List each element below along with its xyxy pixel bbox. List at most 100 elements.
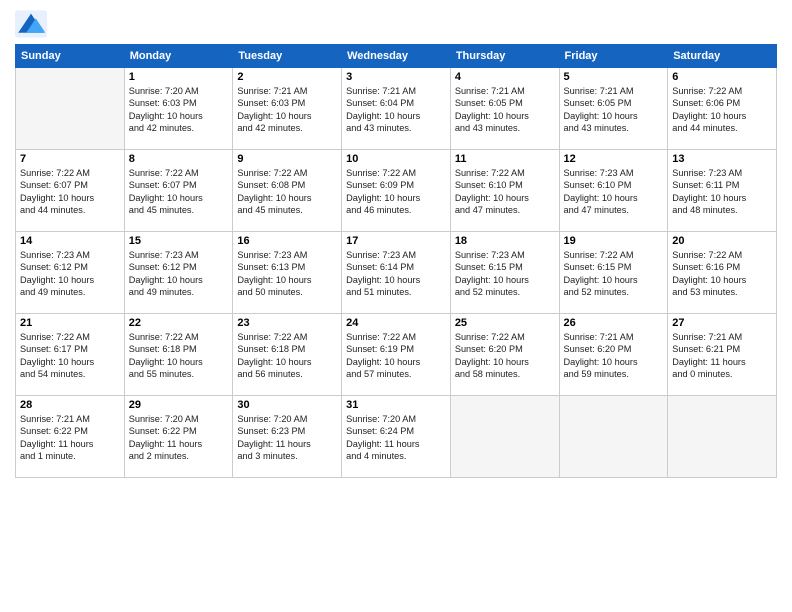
day-cell: 3Sunrise: 7:21 AM Sunset: 6:04 PM Daylig… bbox=[342, 68, 451, 150]
day-number: 27 bbox=[672, 317, 772, 329]
day-info: Sunrise: 7:22 AM Sunset: 6:18 PM Dayligh… bbox=[237, 331, 337, 381]
day-info: Sunrise: 7:22 AM Sunset: 6:07 PM Dayligh… bbox=[20, 167, 120, 217]
day-info: Sunrise: 7:21 AM Sunset: 6:05 PM Dayligh… bbox=[455, 85, 555, 135]
day-number: 18 bbox=[455, 235, 555, 247]
weekday-header-sunday: Sunday bbox=[16, 45, 125, 68]
header bbox=[15, 10, 777, 38]
weekday-header-monday: Monday bbox=[124, 45, 233, 68]
day-cell: 10 Sunrise: 7:22 AM Sunset: 6:09 PM Dayli… bbox=[342, 150, 451, 232]
week-row-2: 7 Sunrise: 7:22 AM Sunset: 6:07 PM Daylig… bbox=[16, 150, 777, 232]
day-number: 28 bbox=[20, 399, 120, 411]
day-number: 2 bbox=[237, 71, 337, 83]
day-info: Sunrise: 7:21 AM Sunset: 6:22 PM Dayligh… bbox=[20, 413, 120, 463]
day-cell: 6Sunrise: 7:22 AM Sunset: 6:06 PM Daylig… bbox=[668, 68, 777, 150]
day-info: Sunrise: 7:20 AM Sunset: 6:23 PM Dayligh… bbox=[237, 413, 337, 463]
weekday-header-tuesday: Tuesday bbox=[233, 45, 342, 68]
day-cell: 4 Sunrise: 7:21 AM Sunset: 6:05 PM Daylig… bbox=[450, 68, 559, 150]
day-number: 22 bbox=[129, 317, 229, 329]
day-info: Sunrise: 7:21 AM Sunset: 6:05 PM Dayligh… bbox=[564, 85, 664, 135]
day-cell: 24 Sunrise: 7:22 AM Sunset: 6:19 PM Dayli… bbox=[342, 314, 451, 396]
day-number: 12 bbox=[564, 153, 664, 165]
weekday-header-row: SundayMondayTuesdayWednesdayThursdayFrid… bbox=[16, 45, 777, 68]
day-cell: 13 Sunrise: 7:23 AM Sunset: 6:11 PM Dayli… bbox=[668, 150, 777, 232]
day-cell: 11 Sunrise: 7:22 AM Sunset: 6:10 PM Dayli… bbox=[450, 150, 559, 232]
day-number: 19 bbox=[564, 235, 664, 247]
day-info: Sunrise: 7:22 AM Sunset: 6:09 PM Dayligh… bbox=[346, 167, 446, 217]
week-row-3: 14Sunrise: 7:23 AM Sunset: 6:12 PM Dayli… bbox=[16, 232, 777, 314]
calendar-table: SundayMondayTuesdayWednesdayThursdayFrid… bbox=[15, 44, 777, 478]
week-row-1: 1 Sunrise: 7:20 AM Sunset: 6:03 PM Daylig… bbox=[16, 68, 777, 150]
day-info: Sunrise: 7:22 AM Sunset: 6:15 PM Dayligh… bbox=[564, 249, 664, 299]
day-number: 4 bbox=[455, 71, 555, 83]
day-number: 20 bbox=[672, 235, 772, 247]
day-cell: 14Sunrise: 7:23 AM Sunset: 6:12 PM Dayli… bbox=[16, 232, 125, 314]
day-info: Sunrise: 7:23 AM Sunset: 6:14 PM Dayligh… bbox=[346, 249, 446, 299]
day-number: 7 bbox=[20, 153, 120, 165]
weekday-header-friday: Friday bbox=[559, 45, 668, 68]
day-number: 29 bbox=[129, 399, 229, 411]
day-number: 9 bbox=[237, 153, 337, 165]
day-number: 26 bbox=[564, 317, 664, 329]
day-cell: 17 Sunrise: 7:23 AM Sunset: 6:14 PM Dayli… bbox=[342, 232, 451, 314]
day-info: Sunrise: 7:22 AM Sunset: 6:08 PM Dayligh… bbox=[237, 167, 337, 217]
day-info: Sunrise: 7:20 AM Sunset: 6:03 PM Dayligh… bbox=[129, 85, 229, 135]
logo-icon bbox=[15, 10, 47, 38]
day-cell: 30 Sunrise: 7:20 AM Sunset: 6:23 PM Dayli… bbox=[233, 396, 342, 478]
day-cell: 2Sunrise: 7:21 AM Sunset: 6:03 PM Daylig… bbox=[233, 68, 342, 150]
day-number: 13 bbox=[672, 153, 772, 165]
day-number: 6 bbox=[672, 71, 772, 83]
day-info: Sunrise: 7:23 AM Sunset: 6:11 PM Dayligh… bbox=[672, 167, 772, 217]
calendar-container: SundayMondayTuesdayWednesdayThursdayFrid… bbox=[0, 0, 792, 488]
day-cell: 23Sunrise: 7:22 AM Sunset: 6:18 PM Dayli… bbox=[233, 314, 342, 396]
day-cell: 29 Sunrise: 7:20 AM Sunset: 6:22 PM Dayli… bbox=[124, 396, 233, 478]
day-cell bbox=[16, 68, 125, 150]
day-number: 21 bbox=[20, 317, 120, 329]
day-cell: 15Sunrise: 7:23 AM Sunset: 6:12 PM Dayli… bbox=[124, 232, 233, 314]
day-info: Sunrise: 7:23 AM Sunset: 6:15 PM Dayligh… bbox=[455, 249, 555, 299]
day-cell bbox=[668, 396, 777, 478]
day-cell: 21 Sunrise: 7:22 AM Sunset: 6:17 PM Dayli… bbox=[16, 314, 125, 396]
day-info: Sunrise: 7:22 AM Sunset: 6:20 PM Dayligh… bbox=[455, 331, 555, 381]
day-cell: 26Sunrise: 7:21 AM Sunset: 6:20 PM Dayli… bbox=[559, 314, 668, 396]
day-number: 5 bbox=[564, 71, 664, 83]
day-info: Sunrise: 7:20 AM Sunset: 6:22 PM Dayligh… bbox=[129, 413, 229, 463]
day-info: Sunrise: 7:23 AM Sunset: 6:12 PM Dayligh… bbox=[129, 249, 229, 299]
weekday-header-wednesday: Wednesday bbox=[342, 45, 451, 68]
day-info: Sunrise: 7:22 AM Sunset: 6:16 PM Dayligh… bbox=[672, 249, 772, 299]
day-number: 24 bbox=[346, 317, 446, 329]
day-cell: 31Sunrise: 7:20 AM Sunset: 6:24 PM Dayli… bbox=[342, 396, 451, 478]
day-cell: 1 Sunrise: 7:20 AM Sunset: 6:03 PM Daylig… bbox=[124, 68, 233, 150]
day-number: 11 bbox=[455, 153, 555, 165]
day-cell: 27Sunrise: 7:21 AM Sunset: 6:21 PM Dayli… bbox=[668, 314, 777, 396]
day-cell: 20 Sunrise: 7:22 AM Sunset: 6:16 PM Dayli… bbox=[668, 232, 777, 314]
day-number: 30 bbox=[237, 399, 337, 411]
day-info: Sunrise: 7:22 AM Sunset: 6:10 PM Dayligh… bbox=[455, 167, 555, 217]
day-number: 1 bbox=[129, 71, 229, 83]
day-cell: 22 Sunrise: 7:22 AM Sunset: 6:18 PM Dayli… bbox=[124, 314, 233, 396]
day-info: Sunrise: 7:23 AM Sunset: 6:12 PM Dayligh… bbox=[20, 249, 120, 299]
day-number: 10 bbox=[346, 153, 446, 165]
day-number: 31 bbox=[346, 399, 446, 411]
day-info: Sunrise: 7:22 AM Sunset: 6:19 PM Dayligh… bbox=[346, 331, 446, 381]
day-cell bbox=[450, 396, 559, 478]
weekday-header-saturday: Saturday bbox=[668, 45, 777, 68]
week-row-5: 28 Sunrise: 7:21 AM Sunset: 6:22 PM Dayli… bbox=[16, 396, 777, 478]
day-cell: 28 Sunrise: 7:21 AM Sunset: 6:22 PM Dayli… bbox=[16, 396, 125, 478]
day-number: 25 bbox=[455, 317, 555, 329]
day-info: Sunrise: 7:22 AM Sunset: 6:17 PM Dayligh… bbox=[20, 331, 120, 381]
day-info: Sunrise: 7:23 AM Sunset: 6:13 PM Dayligh… bbox=[237, 249, 337, 299]
day-number: 8 bbox=[129, 153, 229, 165]
day-info: Sunrise: 7:23 AM Sunset: 6:10 PM Dayligh… bbox=[564, 167, 664, 217]
day-cell: 18 Sunrise: 7:23 AM Sunset: 6:15 PM Dayli… bbox=[450, 232, 559, 314]
week-row-4: 21 Sunrise: 7:22 AM Sunset: 6:17 PM Dayli… bbox=[16, 314, 777, 396]
day-number: 17 bbox=[346, 235, 446, 247]
day-cell: 12 Sunrise: 7:23 AM Sunset: 6:10 PM Dayli… bbox=[559, 150, 668, 232]
day-info: Sunrise: 7:22 AM Sunset: 6:18 PM Dayligh… bbox=[129, 331, 229, 381]
day-number: 3 bbox=[346, 71, 446, 83]
day-cell: 19 Sunrise: 7:22 AM Sunset: 6:15 PM Dayli… bbox=[559, 232, 668, 314]
day-cell bbox=[559, 396, 668, 478]
day-cell: 16 Sunrise: 7:23 AM Sunset: 6:13 PM Dayli… bbox=[233, 232, 342, 314]
day-cell: 8Sunrise: 7:22 AM Sunset: 6:07 PM Daylig… bbox=[124, 150, 233, 232]
day-cell: 9 Sunrise: 7:22 AM Sunset: 6:08 PM Daylig… bbox=[233, 150, 342, 232]
day-number: 16 bbox=[237, 235, 337, 247]
